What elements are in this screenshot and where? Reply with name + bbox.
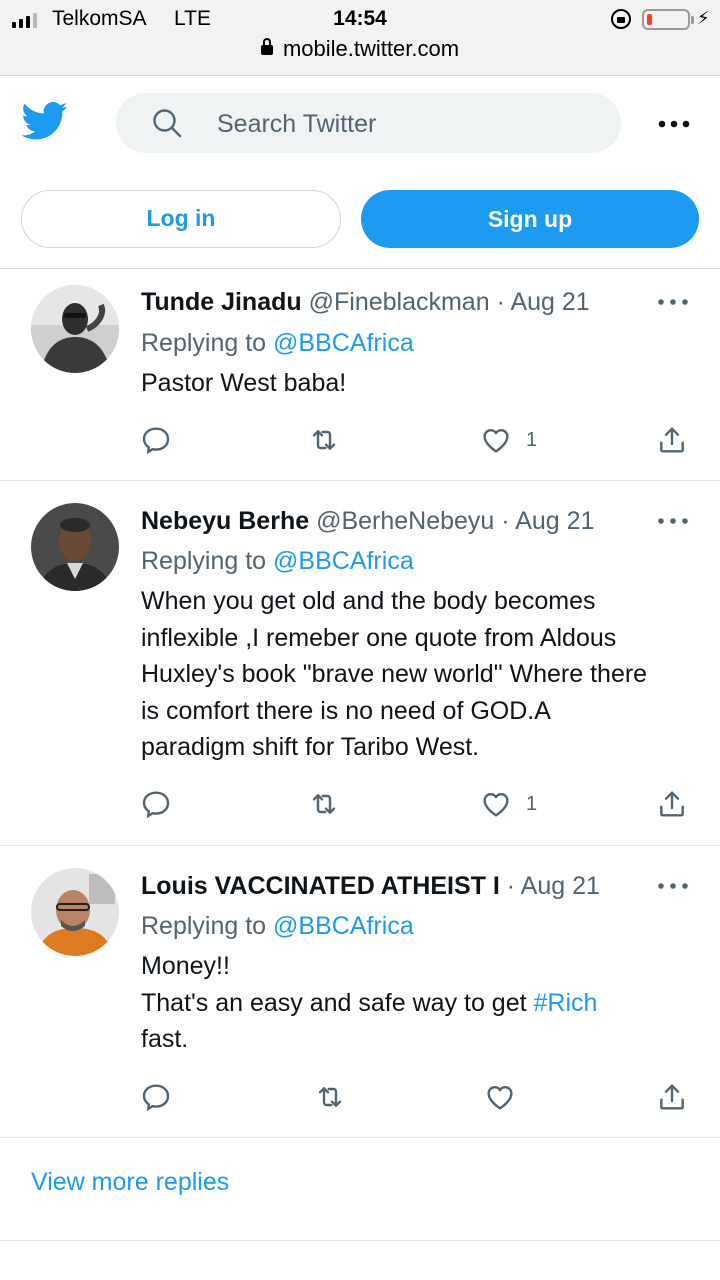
handle[interactable]: @Fineblackman — [309, 288, 490, 316]
tweet-text-line: is comfort there is no need of GOD.A — [141, 696, 551, 725]
tweet-text-line: That's an easy and safe way to get #Rich — [141, 985, 701, 1022]
heart-icon — [487, 1085, 513, 1110]
like-button[interactable]: 1 — [480, 423, 537, 457]
browser-status-bar: TelkomSA LTE 14:54 ⚡ mobile.twitter.com — [0, 0, 720, 76]
share-icon — [660, 1084, 684, 1110]
retweet-button[interactable] — [308, 787, 340, 821]
mention-link[interactable]: @BBCAfrica — [273, 329, 414, 357]
retweet-button[interactable] — [308, 423, 340, 457]
tweet-date[interactable]: · Aug 21 — [507, 872, 600, 900]
login-button[interactable]: Log in — [21, 190, 341, 248]
share-icon — [660, 427, 684, 453]
replying-prefix: Replying to — [141, 547, 267, 575]
rotation-lock-icon — [611, 9, 631, 29]
replying-prefix: Replying to — [141, 329, 267, 357]
tweet-date[interactable]: · Aug 21 — [497, 288, 590, 316]
tweet[interactable]: Louis VACCINATED ATHEIST I · Aug 21 Repl… — [0, 846, 720, 1138]
twitter-bird-icon[interactable] — [22, 101, 68, 141]
tweet[interactable]: Nebeyu Berhe @BerheNebeyu · Aug 21 Reply… — [0, 481, 720, 846]
search-placeholder: Search Twitter — [217, 110, 377, 138]
replying-to: Replying to @BBCAfrica — [141, 911, 414, 941]
tweet-actions: 1 — [0, 787, 720, 821]
avatar[interactable] — [31, 503, 119, 591]
tweet-text-line: paradigm shift for Taribo West. — [141, 733, 480, 761]
tweet-header: Nebeyu Berhe @BerheNebeyu · Aug 21 — [141, 506, 630, 536]
tweet-date[interactable]: · Aug 21 — [501, 507, 594, 535]
tweet-more-icon[interactable] — [657, 516, 689, 526]
avatar[interactable] — [31, 868, 119, 956]
tweet-text: Money!! That's an easy and safe way to g… — [141, 948, 701, 1058]
reply-button[interactable] — [140, 787, 172, 821]
reply-button[interactable] — [140, 423, 172, 457]
handle[interactable]: @BerheNebeyu — [316, 507, 494, 535]
display-name[interactable]: Nebeyu Berhe — [141, 507, 309, 535]
heart-icon — [483, 792, 509, 817]
tweet-text: Pastor West baba! — [141, 365, 701, 402]
search-input[interactable]: Search Twitter — [116, 93, 621, 153]
retweet-icon — [312, 430, 336, 450]
battery-icon — [642, 9, 694, 30]
like-count: 1 — [526, 792, 538, 815]
display-name[interactable]: Louis VACCINATED ATHEIST I — [141, 872, 500, 900]
share-button[interactable] — [656, 423, 688, 457]
retweet-icon — [318, 1087, 342, 1107]
avatar[interactable] — [31, 285, 119, 373]
tweet-text-segment: That's an easy and safe way to get — [141, 988, 534, 1017]
tweet-actions: 1 — [0, 423, 720, 457]
share-icon — [660, 791, 684, 817]
reply-icon — [142, 427, 170, 455]
tweet-text: When you get old and the body becomes in… — [141, 583, 701, 766]
display-name[interactable]: Tunde Jinadu — [141, 288, 302, 316]
retweet-button[interactable] — [314, 1080, 346, 1114]
tweet-more-icon[interactable] — [657, 881, 689, 891]
hashtag-link[interactable]: #Rich — [534, 989, 598, 1017]
mention-link[interactable]: @BBCAfrica — [273, 547, 414, 575]
url-text: mobile.twitter.com — [282, 36, 460, 61]
tweet-text-line: fast. — [141, 1025, 189, 1053]
bottom-divider — [0, 1240, 720, 1241]
replying-to: Replying to @BBCAfrica — [141, 328, 414, 358]
replying-to: Replying to @BBCAfrica — [141, 546, 414, 576]
tweet-text-line: When you get old and the body becomes — [141, 587, 596, 615]
more-horizontal-icon[interactable] — [656, 110, 692, 138]
heart-icon — [483, 428, 509, 453]
share-button[interactable] — [656, 787, 688, 821]
replying-prefix: Replying to — [141, 912, 267, 940]
address-bar[interactable]: mobile.twitter.com — [0, 36, 720, 62]
search-icon — [153, 109, 182, 138]
signup-button[interactable]: Sign up — [361, 190, 699, 248]
tweet-text-line: Pastor West baba! — [141, 369, 347, 397]
share-button[interactable] — [656, 1080, 688, 1114]
reply-button[interactable] — [140, 1080, 172, 1114]
like-button[interactable]: 1 — [480, 787, 537, 821]
tweet[interactable]: Tunde Jinadu @Fineblackman · Aug 21 Repl… — [0, 269, 720, 481]
tweet-text-line: Money!! — [141, 952, 230, 980]
tweet-text-line: Huxley's book "brave new world" Where th… — [141, 660, 648, 688]
tweet-text-line: inflexible ,I remeber one quote from Ald… — [141, 623, 617, 652]
like-count: 1 — [526, 428, 538, 451]
tweet-actions — [0, 1080, 720, 1114]
view-more-replies-link[interactable]: View more replies — [31, 1168, 229, 1197]
charging-bolt-icon: ⚡ — [697, 8, 710, 28]
like-button[interactable] — [484, 1080, 530, 1114]
lock-icon — [260, 38, 273, 55]
retweet-icon — [312, 794, 336, 814]
mention-link[interactable]: @BBCAfrica — [273, 912, 414, 940]
tweet-more-icon[interactable] — [657, 297, 689, 307]
reply-icon — [142, 1084, 170, 1112]
reply-icon — [142, 791, 170, 819]
tweet-header: Louis VACCINATED ATHEIST I · Aug 21 — [141, 871, 630, 901]
tweet-header: Tunde Jinadu @Fineblackman · Aug 21 — [141, 287, 630, 317]
